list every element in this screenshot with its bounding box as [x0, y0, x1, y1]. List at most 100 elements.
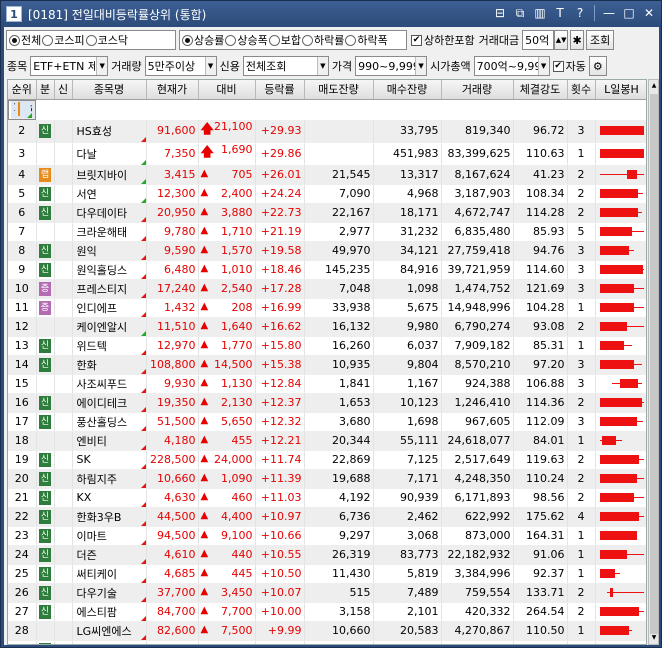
font-size-icon[interactable]: T [552, 5, 568, 21]
radio-circle-icon[interactable] [42, 34, 54, 46]
minimize-icon[interactable]: — [601, 5, 617, 21]
column-header[interactable]: L일봉H [595, 80, 646, 100]
scroll-up-icon[interactable]: ▲ [649, 80, 659, 92]
table-row[interactable]: 7 크라운해태 9,780 ▲ 1,710 +21.19 2,977 31,232 6,835,… [8, 222, 646, 242]
table-row[interactable]: 5 신 서연 12,300 ▲ 2,400 +24.24 7,090 4,968 3,187,90… [8, 184, 646, 204]
radio-circle-icon[interactable] [345, 34, 357, 46]
rank-radio-2[interactable]: 보합 [268, 32, 301, 48]
column-header[interactable]: 등락률 [255, 80, 305, 100]
layout-icon[interactable]: ▥ [532, 5, 548, 21]
table-row[interactable]: 8 신 원익 9,590 ▲ 1,570 +19.58 49,970 34,121 27,759,… [8, 241, 646, 261]
table-row[interactable]: 14 신 한화 108,800 ▲ 14,500 +15.38 10,935 9,804 8,57… [8, 355, 646, 375]
market-radio-2[interactable]: 코스닥 [85, 32, 128, 48]
item-select[interactable]: ETF+ETN 제 ▼ [30, 56, 109, 76]
limit-include-checkbox[interactable]: ✔ 상하한포함 [411, 32, 475, 48]
table-row[interactable]: 28 LG씨엔에스 82,600 ▲ 7,500 +9.99 10,660 20,583 4,2… [8, 621, 646, 641]
trade-amount-spinner[interactable]: ▲▼ [554, 30, 569, 50]
column-header[interactable]: 체결강도 [513, 80, 568, 100]
division-badge: 증 [39, 282, 51, 296]
radio-circle-icon[interactable] [182, 34, 193, 46]
auto-checkbox[interactable]: ✔ 자동 [552, 58, 586, 74]
market-radio-1[interactable]: 코스피 [42, 32, 85, 48]
maximize-icon[interactable]: □ [621, 5, 637, 21]
link-icon[interactable]: ⊟ [492, 5, 508, 21]
rank-radio-4[interactable]: 하락폭 [345, 32, 388, 48]
table-row[interactable]: 25 신 써티케이 4,685 ▲ 445 +10.50 11,430 5,819 3,384,9… [8, 564, 646, 584]
division-badge: 신 [39, 358, 51, 372]
price-select[interactable]: 990~9,999,9 ▼ [355, 56, 428, 76]
radio-circle-icon[interactable] [225, 34, 237, 46]
column-header[interactable]: 신 [54, 80, 73, 100]
table-row[interactable]: 10 증 프레스티지 17,240 ▲ 2,540 +17.28 7,048 1,098 1,47… [8, 279, 646, 299]
limit-checkbox-box[interactable]: ✔ [411, 34, 422, 46]
table-header: 순위 분 신 종목명 현재가 대비 등락률 매도잔량 매수잔량 거래량 체결강도 횟수 L일봉H [8, 80, 646, 100]
volume-select[interactable]: 5만주이상 ▼ [144, 56, 217, 76]
radio-circle-icon[interactable] [302, 34, 313, 46]
column-header[interactable]: 현재가 [146, 80, 199, 100]
table-row[interactable]: 11 증 인디에프 1,432 ▲ 208 +16.99 33,938 5,675 14,948,… [8, 298, 646, 318]
table-row[interactable]: 29신 사조산업69,700▲ 6,200+9.761,5721,279158,01… [8, 640, 646, 644]
column-header[interactable]: 순위 [8, 80, 37, 100]
table-row[interactable]: 12 케이엔알시 11,510 ▲ 1,640 +16.62 16,132 9,980 6,79… [8, 317, 646, 337]
table-row[interactable]: 3 다날 7,350 🡅 1,690 +29.86 451,983 83,399,625 110… [8, 142, 646, 166]
table-row[interactable]: 16 신 에이디테크 19,350 ▲ 2,130 +12.37 1,653 10,123 1,2… [8, 393, 646, 413]
tile-icon[interactable]: ⧉ [512, 5, 528, 21]
column-header[interactable]: 분 [36, 80, 55, 100]
rate-cell: +10.66 [255, 526, 305, 546]
auto-checkbox-box[interactable]: ✔ [552, 60, 564, 72]
table-row[interactable]: 4 랩 브릿지바이 3,415 ▲ 705 +26.01 21,545 13,317 8,167,… [8, 165, 646, 185]
column-header[interactable]: 종목명 [72, 80, 147, 100]
credit-cell [54, 184, 73, 204]
settings-small-icon[interactable]: ✱ [570, 30, 585, 50]
scroll-down-icon[interactable]: ▼ [649, 632, 659, 644]
table-row[interactable]: 20 신 하림지주 10,660 ▲ 1,090 +11.39 19,688 7,171 4,24… [8, 469, 646, 489]
help-icon[interactable]: ? [572, 5, 588, 21]
price-label: 가격 [331, 60, 353, 73]
column-header[interactable]: 거래량 [441, 80, 514, 100]
credit-cell [54, 621, 73, 641]
rank-radio-1[interactable]: 상승폭 [225, 32, 268, 48]
table-row[interactable]: 1랩하이퍼코퍼6,090🡅1,405+29.99178,6243,152,335… [8, 99, 36, 120]
scroll-thumb[interactable] [650, 94, 658, 634]
trade-amount-select[interactable]: 50억 [522, 30, 555, 50]
strength-cell: 112.09 [513, 412, 568, 432]
table-row[interactable]: 21 신 KX 4,630 ▲ 460 +11.03 4,192 90,939 6,171,893… [8, 488, 646, 508]
table-row[interactable]: 23 신 이마트 94,500 ▲ 9,100 +10.66 9,297 3,068 873,00… [8, 526, 646, 546]
column-header[interactable]: 매수잔량 [373, 80, 442, 100]
table-row[interactable]: 19 신 SK 228,500 ▲ 24,000 +11.74 22,869 7,125 2,51… [8, 450, 646, 470]
column-header[interactable]: 횟수 [567, 80, 596, 100]
rank-radio-0[interactable]: 상승률 [182, 32, 224, 48]
marker-icon [140, 634, 145, 639]
volume-cell: 8,167,624 [441, 165, 514, 185]
gear-icon[interactable]: ⚙ [588, 56, 607, 76]
table-row[interactable]: 24 신 더즌 4,610 ▲ 440 +10.55 26,319 83,773 22,182,9… [8, 545, 646, 565]
price-cell: 4,685 [146, 564, 199, 584]
table-row[interactable]: 26 신 다우기술 37,700 ▲ 3,450 +10.07 515 7,489 759,554… [8, 583, 646, 603]
table-row[interactable]: 6 신 다우데이타 20,950 ▲ 3,880 +22.73 22,167 18,171 4,6… [8, 203, 646, 223]
table-row[interactable]: 18 엔비티 4,180 ▲ 455 +12.21 20,344 55,111 24,618,0… [8, 431, 646, 451]
vertical-scrollbar[interactable]: ▲ ▼ [648, 79, 659, 645]
rank-radio-3[interactable]: 하락률 [302, 32, 344, 48]
table-row[interactable]: 9 신 원익홀딩스 6,480 ▲ 1,010 +18.46 145,235 84,916 39,… [8, 260, 646, 280]
query-button[interactable]: 조회 [586, 30, 615, 50]
radio-circle-icon[interactable] [268, 34, 280, 46]
up-triangle-icon: ▲ [200, 339, 209, 350]
table-row[interactable]: 15 사조씨푸드 9,930 ▲ 1,130 +12.84 1,841 1,167 924,38… [8, 374, 646, 394]
table-row[interactable]: 13 신 위드텍 12,970 ▲ 1,770 +15.80 16,260 6,037 7,909… [8, 336, 646, 356]
radio-circle-icon[interactable] [85, 34, 97, 46]
sell-qty-cell: 4,192 [304, 488, 374, 508]
price-cell: 91,600 [146, 119, 199, 143]
table-row[interactable]: 22 신 한화3우B 44,500 ▲ 4,400 +10.97 6,736 2,462 622,… [8, 507, 646, 527]
table-row[interactable]: 17 신 풍산홀딩스 51,500 ▲ 5,650 +12.32 3,680 1,698 967,… [8, 412, 646, 432]
division-badge: 신 [39, 548, 51, 562]
column-header[interactable]: 매도잔량 [304, 80, 374, 100]
radio-circle-icon[interactable] [9, 34, 20, 46]
table-row[interactable]: 2 신 HS효성 91,600 🡅 21,100 +29.93 33,795 819,340 96… [8, 119, 646, 143]
daily-candle-cell [595, 621, 646, 641]
credit-select[interactable]: 전체조회 ▼ [242, 56, 329, 76]
table-row[interactable]: 27 신 에스티팜 84,700 ▲ 7,700 +10.00 3,158 2,101 420,3… [8, 602, 646, 622]
market-radio-0[interactable]: 전체 [9, 32, 41, 48]
mcap-select[interactable]: 700억~9,999 ▼ [473, 56, 550, 76]
column-header[interactable]: 대비 [198, 80, 256, 100]
close-icon[interactable]: ✕ [641, 5, 657, 21]
